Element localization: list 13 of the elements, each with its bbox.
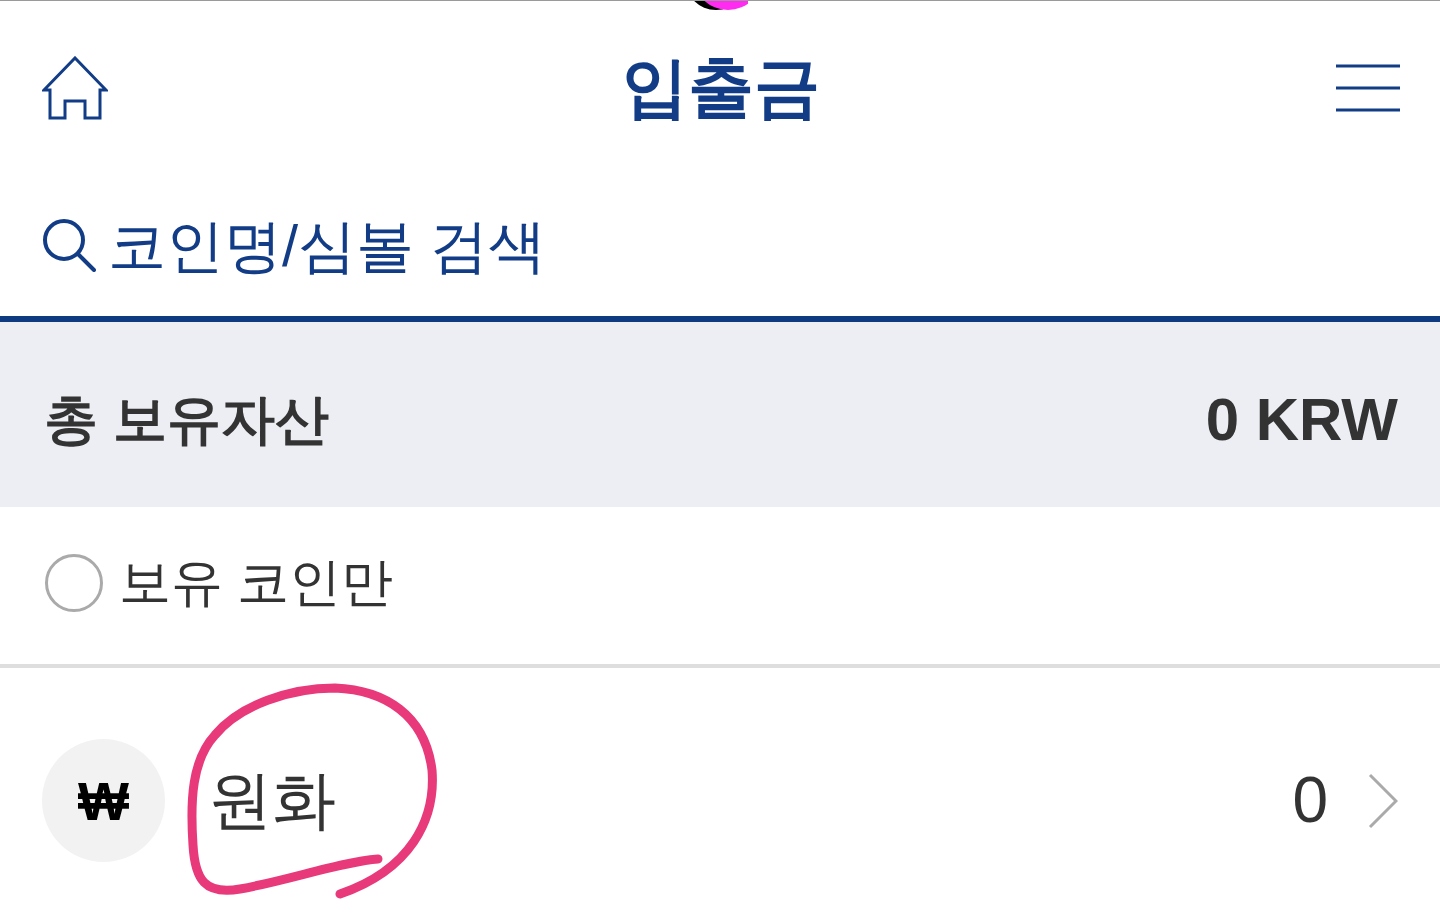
partial-circle-icon [692, 1, 748, 10]
radio-button[interactable] [45, 553, 103, 612]
menu-icon[interactable] [1336, 63, 1400, 112]
total-assets-label: 총 보유자산 [44, 388, 329, 452]
search-icon [42, 218, 96, 272]
search-field[interactable]: 코인명/심볼 검색 [108, 203, 1398, 287]
page-title: 입출금 [622, 48, 820, 126]
currency-symbol: ₩ [42, 739, 165, 862]
total-assets-value: 0 KRW [1205, 384, 1398, 455]
asset-name[interactable]: 원화 [208, 762, 336, 839]
asset-amount: 0 [1292, 763, 1328, 839]
filter-label[interactable]: 보유 코인만 [119, 551, 394, 614]
home-icon[interactable] [42, 55, 108, 120]
